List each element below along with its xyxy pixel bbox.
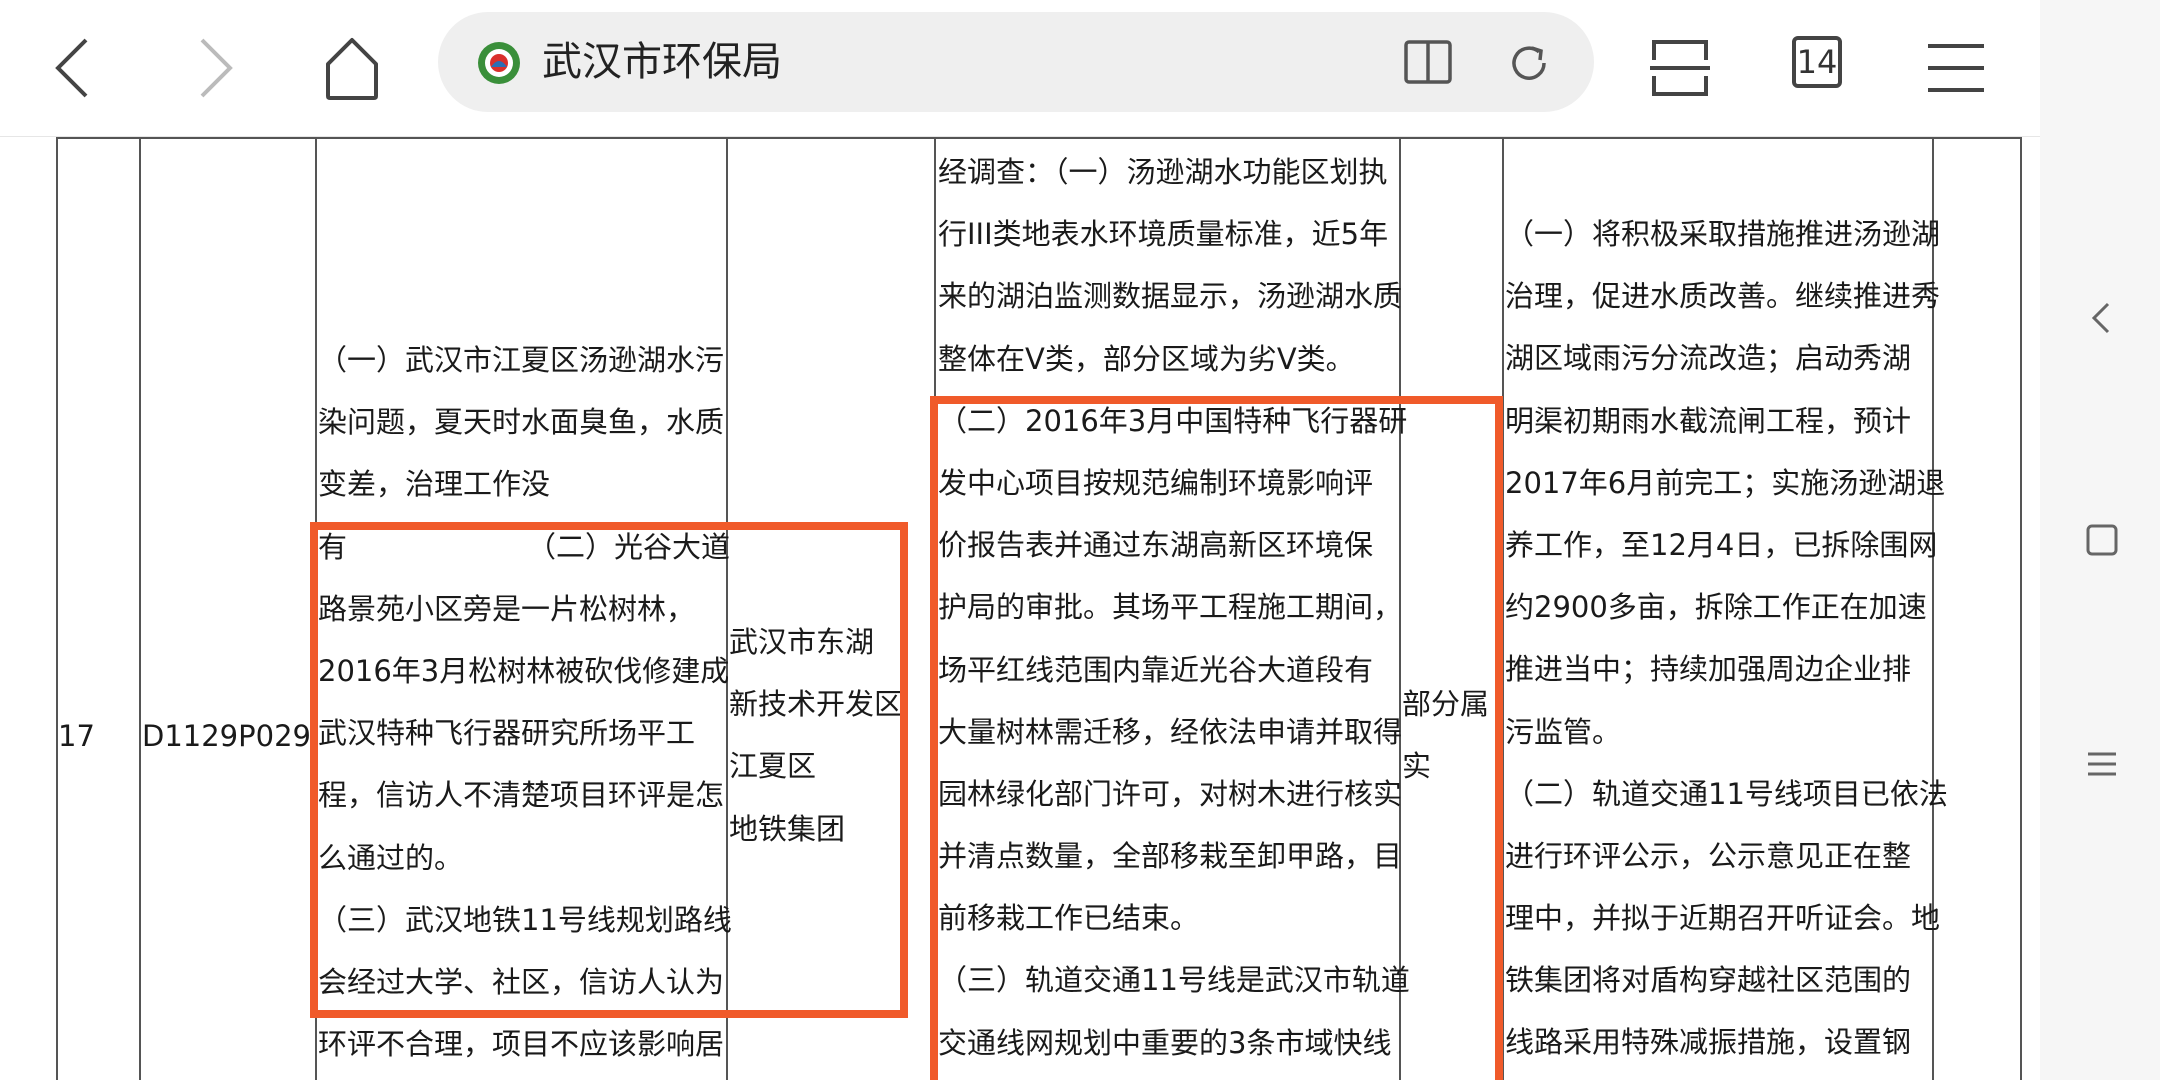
toolbar-toggle-icon — [1650, 40, 1710, 96]
chevron-right-icon — [200, 38, 233, 98]
side-menu-button[interactable] — [2080, 742, 2124, 786]
finding-line: 整体在V类，部分区域为劣V类。 — [938, 341, 1355, 376]
column-divider — [139, 137, 141, 1080]
back-button[interactable] — [36, 28, 116, 108]
action-line: 湖区域雨污分流改造；启动秀湖 — [1505, 341, 1912, 376]
action-line: 推进当中；持续加强周边企业排 — [1505, 652, 1912, 687]
site-logo-icon — [476, 40, 522, 86]
home-button[interactable] — [312, 28, 392, 108]
action-line: 进行环评公示，公示意见正在整 — [1505, 838, 1912, 873]
complaint-line: （一）武汉市江夏区汤逊湖水污 — [318, 343, 725, 377]
action-line: 养工作，至12月4日，已拆除围网 — [1505, 527, 1938, 562]
action-line: 铁集团将对盾构穿越社区范围的 — [1505, 963, 1912, 998]
table-border — [2020, 137, 2022, 1080]
complaint-line: 环评不合理，项目不应该影响居 — [318, 1027, 725, 1062]
action-line: 明渠初期雨水截流闸工程，预计 — [1505, 403, 1912, 438]
chevron-left-icon — [2091, 302, 2110, 334]
table-top-border — [56, 137, 2022, 139]
action-line: （一）将积极采取措施推进汤逊湖 — [1505, 217, 1941, 251]
table-border — [56, 137, 58, 1080]
action-line: 约2900多亩，拆除工作正在加速 — [1505, 590, 1927, 625]
book-icon — [1404, 40, 1452, 84]
menu-icon — [1928, 44, 1984, 92]
action-line: 2017年6月前完工；实施汤逊湖退 — [1505, 465, 1946, 500]
tabs-button[interactable]: 14 — [1792, 36, 1842, 88]
refresh-icon — [1512, 46, 1546, 80]
home-icon — [326, 38, 378, 100]
highlight-box-left — [310, 522, 908, 1018]
complaint-line: 染问题，夏天时水面臭鱼，水质 — [318, 405, 725, 440]
finding-line: 来的湖泊监测数据显示，汤逊湖水质 — [938, 279, 1403, 314]
forward-button[interactable] — [172, 28, 252, 108]
site-title: 武汉市环保局 — [542, 39, 782, 85]
menu-icon — [2088, 752, 2116, 776]
case-id: D1129P029 — [142, 719, 311, 753]
action-line: 污监管。 — [1505, 714, 1622, 749]
side-home-button[interactable] — [2080, 518, 2124, 562]
menu-button[interactable] — [1916, 28, 1996, 108]
highlight-box-right — [930, 396, 1503, 1080]
side-back-button[interactable] — [2080, 296, 2124, 340]
action-line: 治理，促进水质改善。继续推进秀 — [1505, 279, 1941, 314]
actions-content: （一）将积极采取措施推进汤逊湖 治理，促进水质改善。继续推进秀 湖区域雨污分流改… — [1505, 203, 1948, 1074]
browser-toolbar: 武汉市环保局 14 — [0, 0, 2040, 137]
reader-mode-button[interactable] — [1400, 36, 1456, 88]
action-line: 线路采用特殊减振措施，设置钢 — [1505, 1025, 1912, 1060]
chevron-left-icon — [55, 38, 88, 98]
address-bar[interactable]: 武汉市环保局 — [438, 12, 1594, 112]
action-line: 理中，并拟于近期召开听证会。地 — [1505, 901, 1941, 936]
complaint-table: 17 D1129P029 （一）武汉市江夏区汤逊湖水污 染问题，夏天时水面臭鱼，… — [0, 137, 2040, 1080]
complaint-line: 变差，治理工作没 — [318, 467, 551, 502]
refresh-button[interactable] — [1502, 36, 1556, 90]
finding-line: 行III类地表水环境质量标准，近5年 — [938, 217, 1389, 252]
toolbar-toggle-button[interactable] — [1640, 28, 1720, 108]
row-number: 17 — [58, 719, 95, 753]
finding-line: 经调查：（一）汤逊湖水功能区划执 — [938, 155, 1388, 189]
action-line: （二）轨道交通11号线项目已依法 — [1505, 776, 1948, 811]
square-icon — [2086, 524, 2118, 556]
